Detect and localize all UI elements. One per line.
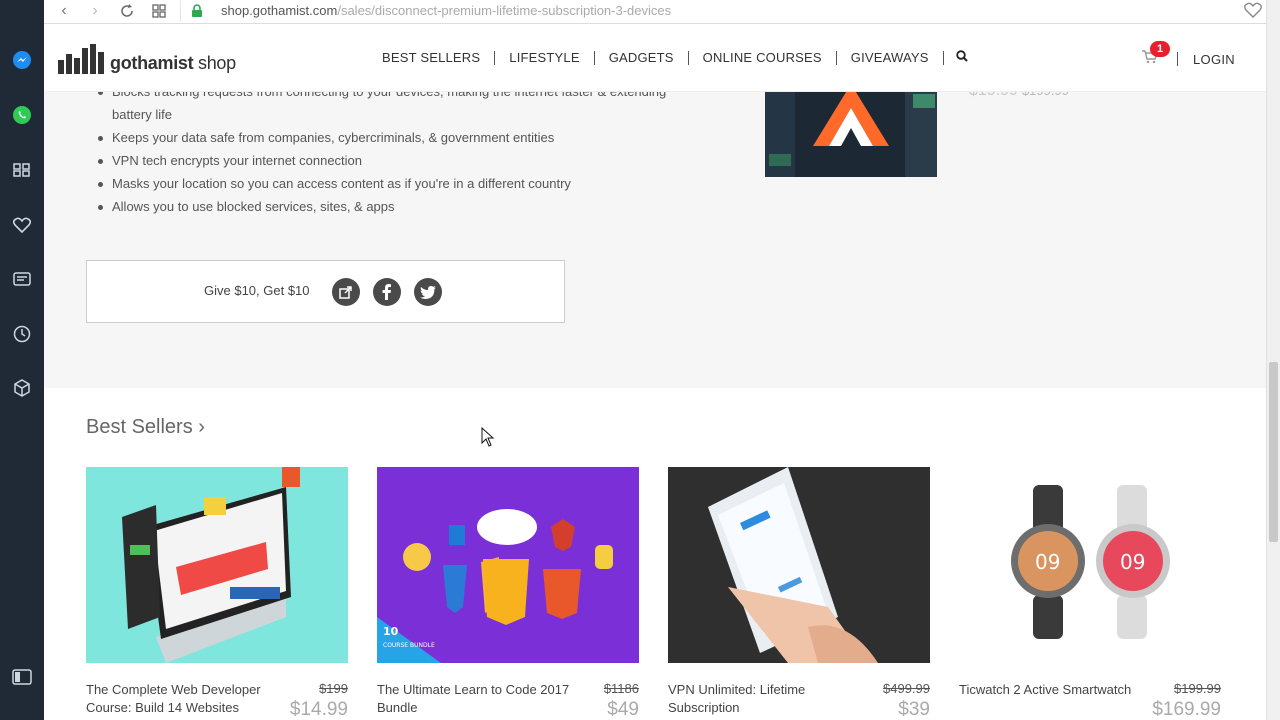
logo-word-1: gothamist [110,53,194,73]
app-sidebar [0,0,44,720]
referral-share-box: Give $10, Get $10 [86,260,565,323]
nav-online-courses[interactable]: ONLINE COURSES [689,50,837,65]
list-item: Allows you to use blocked services, site… [98,195,672,218]
product-card[interactable]: VPN Unlimited: Lifetime Subscription $49… [668,467,930,720]
product-image-ticwatch[interactable]: 09 09 [959,467,1221,663]
scrollbar-thumb[interactable] [1269,362,1278,542]
course-badge-number: 10 [383,625,399,638]
messenger-icon[interactable] [12,50,32,70]
product-old-price: $499.99 [883,681,930,696]
back-icon[interactable]: ‹ [54,2,74,20]
main-nav: BEST SELLERS LIFESTYLE GADGETS ONLINE CO… [368,50,980,65]
product-old-price: $1186 [603,681,639,696]
product-image-vpn-unlimited[interactable] [668,467,930,663]
news-icon[interactable] [12,269,32,289]
list-item: Keeps your data safe from companies, cyb… [98,126,672,149]
product-image-learn-to-code[interactable]: 10 COURSE BUNDLE [377,467,639,663]
browser-toolbar: ‹ › shop.gothamist.com/sales/disconnect-… [44,0,1266,24]
mouse-cursor-icon [481,426,495,447]
product-card[interactable]: 09 09 Ticwatch 2 Active Smartwatch $199.… [959,467,1221,720]
cube-icon[interactable] [12,378,32,398]
referral-label: Give $10, Get $10 [204,283,310,298]
product-price: $14.99 [289,699,348,720]
heart-icon[interactable] [12,215,32,235]
panel-icon[interactable] [12,667,32,687]
product-card[interactable]: The Complete Web Developer Course: Build… [86,467,348,720]
nav-lifestyle[interactable]: LIFESTYLE [495,50,595,65]
clock-icon[interactable] [12,324,32,344]
nav-giveaways[interactable]: GIVEAWAYS [837,50,944,65]
grid-icon[interactable] [12,160,32,180]
feature-list: Blocks tracking requests from connecting… [98,80,672,218]
product-title[interactable]: The Ultimate Learn to Code 2017 Bundle [377,681,577,717]
product-price: $169.99 [1152,699,1221,720]
site-header: gothamist shop BEST SELLERS LIFESTYLE GA… [44,24,1266,92]
list-item: VPN tech encrypts your internet connecti… [98,149,672,172]
lock-icon [191,4,203,17]
twitter-icon[interactable] [414,278,442,306]
nav-best-sellers[interactable]: BEST SELLERS [368,50,496,65]
divider [1177,52,1178,66]
product-price: $39 [898,699,930,720]
course-badge-label: COURSE BUNDLE [383,642,435,649]
watch-time-left: 09 [1035,550,1060,574]
product-title[interactable]: Ticwatch 2 Active Smartwatch [959,681,1159,699]
cart-count-badge: 1 [1150,41,1170,57]
tabs-grid-icon[interactable] [149,2,169,20]
page: gothamist shop BEST SELLERS LIFESTYLE GA… [44,24,1266,720]
url-text: shop.gothamist.com/sales/disconnect-prem… [221,3,672,18]
related-product-image[interactable] [765,84,937,177]
product-title[interactable]: The Complete Web Developer Course: Build… [86,681,286,717]
search-icon[interactable] [944,50,980,65]
bookmark-heart-icon[interactable] [1244,2,1262,20]
logo-word-2: shop [193,53,236,73]
whatsapp-icon[interactable] [12,105,32,125]
product-title[interactable]: VPN Unlimited: Lifetime Subscription [668,681,868,717]
best-sellers-heading[interactable]: Best Sellers › [86,416,205,439]
cart-button[interactable]: 1 [1142,41,1170,68]
product-old-price: $199 [319,681,348,696]
login-link[interactable]: LOGIN [1193,52,1235,67]
product-old-price: $199.99 [1174,681,1221,696]
share-icon[interactable] [332,278,360,306]
watch-time-right: 09 [1120,550,1145,574]
facebook-icon[interactable] [373,278,401,306]
best-sellers-section: Best Sellers › The Complete Web Develope… [44,388,1266,720]
logo-bars-icon [58,44,104,74]
forward-icon[interactable]: › [85,2,105,20]
product-card[interactable]: 10 COURSE BUNDLE The Ultimate Learn to C… [377,467,639,720]
address-bar[interactable]: shop.gothamist.com/sales/disconnect-prem… [180,0,1260,22]
list-item: Masks your location so you can access co… [98,172,672,195]
page-scrollbar[interactable] [1266,0,1280,720]
product-price: $49 [607,699,639,720]
nav-gadgets[interactable]: GADGETS [595,50,689,65]
reload-icon[interactable] [117,2,137,20]
product-image-web-developer[interactable] [86,467,348,663]
site-logo[interactable]: gothamist shop [58,44,236,74]
